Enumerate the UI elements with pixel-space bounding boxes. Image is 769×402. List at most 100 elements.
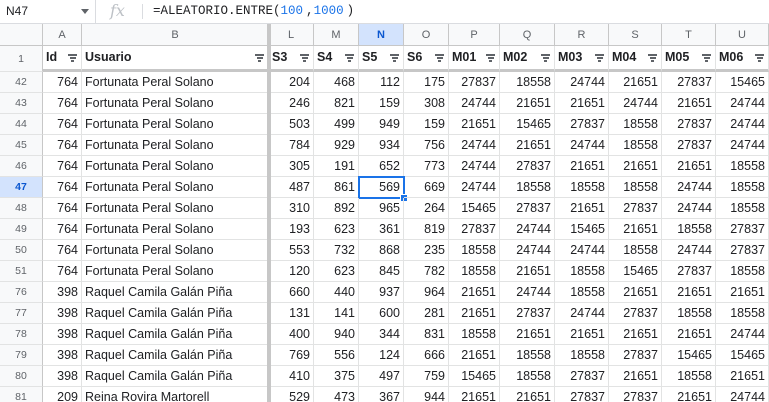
column-header-l[interactable]: L: [269, 24, 314, 46]
table-cell[interactable]: 27837: [555, 366, 609, 387]
column-header-p[interactable]: P: [449, 24, 500, 46]
table-cell[interactable]: 764: [43, 240, 82, 261]
table-cell[interactable]: 21651: [662, 93, 716, 114]
table-cell[interactable]: 759: [404, 366, 449, 387]
table-cell[interactable]: Reina Rovira Martorell: [82, 387, 269, 402]
table-cell[interactable]: 764: [43, 156, 82, 177]
table-cell[interactable]: Raquel Camila Galán Piña: [82, 303, 269, 324]
table-cell[interactable]: 24744: [449, 177, 500, 198]
table-cell[interactable]: 246: [269, 93, 314, 114]
table-cell[interactable]: 21651: [449, 345, 500, 366]
table-cell[interactable]: 131: [269, 303, 314, 324]
table-cell[interactable]: 21651: [662, 387, 716, 402]
table-cell[interactable]: 15465: [716, 345, 769, 366]
table-cell[interactable]: 669: [404, 177, 449, 198]
table-cell[interactable]: 27837: [500, 198, 555, 219]
table-cell[interactable]: 18558: [500, 366, 555, 387]
table-cell[interactable]: 24744: [449, 93, 500, 114]
chevron-down-icon[interactable]: [81, 9, 89, 14]
table-cell[interactable]: 21651: [449, 303, 500, 324]
table-cell[interactable]: 831: [404, 324, 449, 345]
table-cell[interactable]: 764: [43, 198, 82, 219]
table-cell[interactable]: 556: [314, 345, 359, 366]
table-cell[interactable]: 21651: [609, 72, 662, 93]
table-cell[interactable]: 209: [43, 387, 82, 402]
table-cell[interactable]: 949: [359, 114, 404, 135]
table-cell[interactable]: 21651: [609, 324, 662, 345]
table-cell[interactable]: 784: [269, 135, 314, 156]
table-cell[interactable]: 27837: [500, 156, 555, 177]
table-cell[interactable]: Fortunata Peral Solano: [82, 219, 269, 240]
table-cell[interactable]: 204: [269, 72, 314, 93]
header-cell-s4[interactable]: S4: [314, 46, 359, 72]
table-cell[interactable]: 965: [359, 198, 404, 219]
table-cell[interactable]: 21651: [555, 324, 609, 345]
table-cell[interactable]: 27837: [716, 219, 769, 240]
column-header-s[interactable]: S: [609, 24, 662, 46]
table-cell[interactable]: 24744: [716, 135, 769, 156]
header-cell-m03[interactable]: M03: [555, 46, 609, 72]
table-cell[interactable]: 21651: [662, 324, 716, 345]
table-cell[interactable]: 964: [404, 282, 449, 303]
table-cell[interactable]: 623: [314, 261, 359, 282]
table-cell[interactable]: 473: [314, 387, 359, 402]
table-cell[interactable]: 27837: [449, 72, 500, 93]
row-header-50[interactable]: 50: [0, 240, 43, 261]
table-cell[interactable]: Raquel Camila Galán Piña: [82, 282, 269, 303]
table-cell[interactable]: 21651: [662, 156, 716, 177]
column-header-n[interactable]: N: [359, 24, 404, 46]
header-cell-m05[interactable]: M05: [662, 46, 716, 72]
table-cell[interactable]: 18558: [500, 177, 555, 198]
table-cell[interactable]: 21651: [662, 282, 716, 303]
table-cell[interactable]: 24744: [449, 156, 500, 177]
table-cell[interactable]: 24744: [500, 240, 555, 261]
table-cell[interactable]: 21651: [716, 366, 769, 387]
table-cell[interactable]: 24744: [500, 282, 555, 303]
table-cell[interactable]: 868: [359, 240, 404, 261]
row-header-47[interactable]: 47: [0, 177, 43, 198]
table-cell[interactable]: 24744: [555, 135, 609, 156]
table-cell[interactable]: Fortunata Peral Solano: [82, 198, 269, 219]
table-cell[interactable]: 15465: [716, 72, 769, 93]
column-header-o[interactable]: O: [404, 24, 449, 46]
filter-icon[interactable]: [435, 54, 444, 62]
row-header-81[interactable]: 81: [0, 387, 43, 402]
frozen-columns-divider[interactable]: [267, 24, 271, 402]
column-header-a[interactable]: A: [43, 24, 82, 46]
table-cell[interactable]: 18558: [716, 198, 769, 219]
table-cell[interactable]: 24744: [500, 219, 555, 240]
header-cell-usuario[interactable]: Usuario: [82, 46, 269, 72]
header-cell-m06[interactable]: M06: [716, 46, 769, 72]
table-cell[interactable]: 27837: [555, 387, 609, 402]
table-cell[interactable]: 21651: [716, 282, 769, 303]
table-cell[interactable]: 21651: [609, 366, 662, 387]
table-cell[interactable]: 27837: [555, 114, 609, 135]
table-cell[interactable]: 21651: [500, 135, 555, 156]
table-cell[interactable]: 18558: [716, 303, 769, 324]
table-cell[interactable]: 15465: [449, 198, 500, 219]
table-cell[interactable]: 15465: [555, 219, 609, 240]
table-cell[interactable]: 398: [43, 366, 82, 387]
table-cell[interactable]: 18558: [555, 261, 609, 282]
table-cell[interactable]: 398: [43, 345, 82, 366]
table-cell[interactable]: 764: [43, 219, 82, 240]
table-cell[interactable]: 756: [404, 135, 449, 156]
table-cell[interactable]: 652: [359, 156, 404, 177]
table-cell[interactable]: 497: [359, 366, 404, 387]
table-cell[interactable]: 27837: [449, 219, 500, 240]
table-cell[interactable]: 18558: [716, 177, 769, 198]
filter-icon[interactable]: [541, 54, 550, 62]
table-cell[interactable]: 24744: [716, 324, 769, 345]
table-cell[interactable]: 24744: [555, 240, 609, 261]
table-cell[interactable]: 18558: [716, 156, 769, 177]
table-cell[interactable]: 305: [269, 156, 314, 177]
row-header-78[interactable]: 78: [0, 324, 43, 345]
table-cell[interactable]: 310: [269, 198, 314, 219]
column-header-u[interactable]: U: [716, 24, 769, 46]
column-header-b[interactable]: B: [82, 24, 269, 46]
table-cell[interactable]: 937: [359, 282, 404, 303]
column-header-q[interactable]: Q: [500, 24, 555, 46]
table-cell[interactable]: Fortunata Peral Solano: [82, 114, 269, 135]
table-cell[interactable]: 367: [359, 387, 404, 402]
filter-icon[interactable]: [300, 54, 309, 62]
